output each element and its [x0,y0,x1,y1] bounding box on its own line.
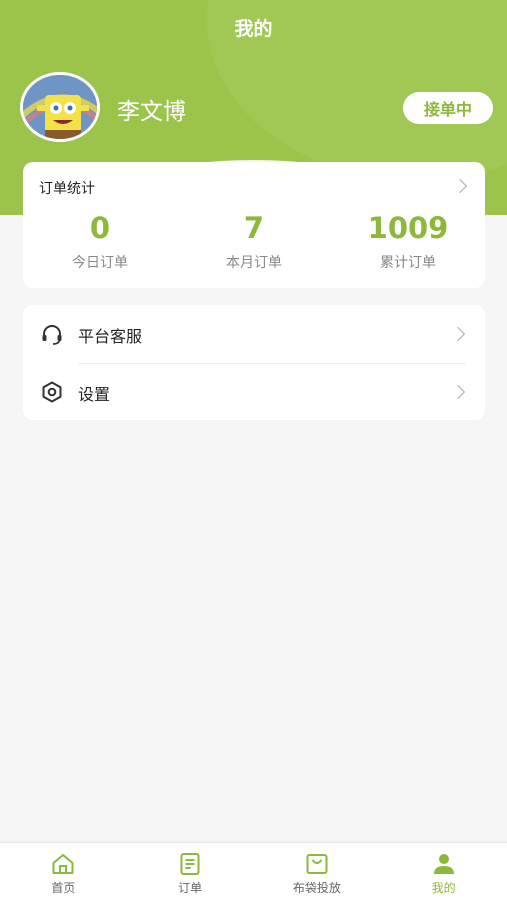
tab-label: 首页 [51,881,76,895]
chevron-right-icon [450,326,466,342]
stat-value: 1009 [367,211,449,245]
home-icon [52,854,74,874]
menu-card: 平台客服 设置 [23,305,485,420]
tab-label: 订单 [178,881,203,895]
order-stats-card[interactable]: 订单统计 0 今日订单 7 本月订单 1009 累计订单 [23,162,485,288]
avatar[interactable] [20,72,100,142]
tab-orders[interactable]: 订单 [127,843,254,900]
stat-value: 7 [243,211,265,245]
stat-label: 本月订单 [226,255,282,271]
chevron-right-icon [452,178,468,194]
tab-mine[interactable]: 我的 [380,843,507,900]
stat-total[interactable]: 1009 累计订单 [331,210,485,272]
stat-today[interactable]: 0 今日订单 [23,210,177,272]
menu-item-settings[interactable]: 设置 [23,363,485,421]
stats-row: 0 今日订单 7 本月订单 1009 累计订单 [23,210,485,272]
menu-item-label: 平台客服 [78,327,143,346]
bottom-tab-bar: 首页 订单 布袋投放 我的 [0,842,507,900]
tab-bag-delivery[interactable]: 布袋投放 [254,843,381,900]
headset-icon [42,325,62,345]
stat-value: 0 [89,211,111,245]
status-toggle-button[interactable]: 接单中 [403,92,493,124]
order-stats-title: 订单统计 [39,181,95,197]
tab-home[interactable]: 首页 [0,843,127,900]
stat-month[interactable]: 7 本月订单 [177,210,331,272]
chevron-right-icon [450,384,466,400]
user-name: 李文博 [117,99,186,125]
bag-icon [306,854,328,874]
menu-item-label: 设置 [78,385,111,404]
stat-label: 累计订单 [380,255,436,271]
tab-label: 布袋投放 [292,881,341,895]
settings-hexagon-icon [42,381,62,403]
stat-label: 今日订单 [72,255,128,271]
tab-label: 我的 [431,881,456,895]
user-icon [433,854,454,874]
page-title: 我的 [234,18,273,40]
order-doc-icon [180,853,200,875]
menu-item-customer-service[interactable]: 平台客服 [23,305,485,363]
